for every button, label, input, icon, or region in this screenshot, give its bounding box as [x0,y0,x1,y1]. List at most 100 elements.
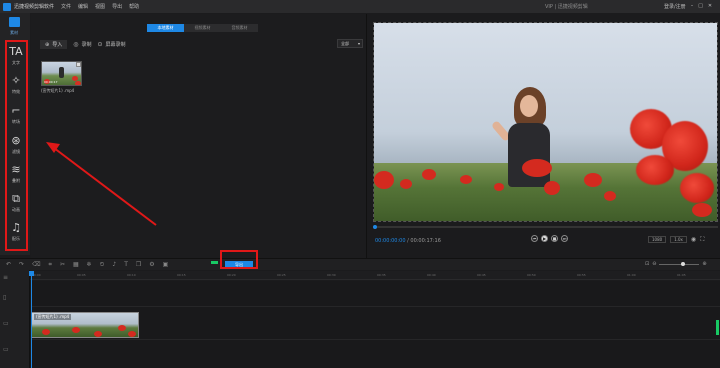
record-button[interactable]: ◎ 录制 [73,41,91,48]
redo-icon[interactable]: ↷ [19,261,24,269]
ruler-label: 01:05 [677,273,686,277]
app-logo-icon [3,2,11,11]
preview-panel: 00:00:00:00 / 00:00:17:16 ⏮ ▶ ■ ⏭ 1080 1… [370,14,720,258]
settings-icon[interactable]: ⚙ [149,261,154,269]
track-menu-icon[interactable]: ≡ [3,274,8,281]
stop-icon[interactable]: ■ [551,235,558,242]
media-thumbnail[interactable]: 00:00:17 [41,61,82,86]
media-filename: (宣传短片1) .mp4 [41,88,75,93]
text-tool-icon[interactable]: T [124,261,128,269]
menu-view[interactable]: 视图 [95,3,105,10]
freeze-icon[interactable]: ❄ [87,261,92,269]
import-icon: ⊕ [45,41,50,48]
media-filter-select[interactable]: 全部 ▾ [337,39,363,48]
rewind-icon[interactable]: ⏮ [531,235,538,242]
undo-icon[interactable]: ↶ [6,261,11,269]
window-controls: 登录/注册 – □ ✕ [664,3,712,10]
status-indicator [211,261,218,264]
snapshot-icon[interactable]: ◉ [691,236,696,243]
ruler-label: 00:05 [77,273,86,277]
media-panel: 本地素材 视频素材 音频素材 ⊕ 导入 ◎ 录制 ⊙ 屏幕录制 全部 ▾ 00:… [31,14,367,258]
minimize-icon[interactable]: – [691,3,694,10]
timeline-tools: ↶ ↷ ⌫ ⌗ ✂ ▦ ❄ ⏲ ♪ T ❐ ⚙ ▣ [6,261,168,269]
media-select-checkbox[interactable] [76,62,81,67]
speed-icon[interactable]: ⏲ [100,261,105,269]
ruler-label: 00:50 [527,273,536,277]
ruler-label: 01:00 [627,273,636,277]
media-icon [8,17,20,27]
copy-icon[interactable]: ❐ [136,261,141,269]
menu-edit[interactable]: 编辑 [78,3,88,10]
tools-highlight-box [5,40,28,251]
mic-icon[interactable]: ♪ [112,261,116,269]
zoom-out-icon[interactable]: ⊖ [652,261,656,267]
close-icon[interactable]: ✕ [708,3,712,10]
import-label: 导入 [52,42,63,48]
split-icon[interactable]: ✂ [60,261,65,269]
track-text-icon[interactable]: ▯ [3,294,6,301]
ruler-label: 00:30 [327,273,336,277]
timeline-zoom: ⊡ ⊖ ⊕ [645,261,707,267]
media-duration: 00:00:17 [44,80,58,84]
fullscreen-icon[interactable]: ⛶ [700,236,704,243]
screen-record-icon: ⊙ [97,41,103,48]
tool-media-label: 素材 [10,30,18,35]
preview-progress-handle[interactable] [373,225,377,229]
ruler-label: 00:25 [277,273,286,277]
image-icon[interactable]: ▣ [163,261,169,269]
delete-icon[interactable]: ⌫ [32,261,40,269]
record-label: 录制 [81,42,92,48]
time-display: 00:00:00:00 / 00:00:17:16 [375,238,441,244]
ruler-label: 00:35 [377,273,386,277]
timeline-ruler[interactable]: 00:00 00:05 00:10 00:15 00:20 00:25 00:3… [30,271,720,280]
tab-video-media[interactable]: 视频素材 [184,24,221,32]
track-audio-icon[interactable]: ▭ [3,346,9,353]
ruler-label: 00:45 [477,273,486,277]
zoom-slider-handle[interactable] [681,261,686,266]
media-toolbar: ⊕ 导入 ◎ 录制 ⊙ 屏幕录制 [40,40,126,49]
ruler-label: 00:55 [577,273,586,277]
play-icon[interactable]: ▶ [541,235,548,242]
tab-local-media[interactable]: 本地素材 [147,24,184,32]
tab-audio-media[interactable]: 音频素材 [221,24,258,32]
media-item[interactable]: 00:00:17 (宣传短片1) .mp4 [41,61,83,94]
track-video-icon[interactable]: ▭ [3,320,9,327]
current-time: 00:00:00:00 [375,238,406,244]
menu-file[interactable]: 文件 [61,3,71,10]
app-title: 迅捷视频剪辑软件 [14,4,55,10]
zoom-slider[interactable] [659,261,700,266]
ruler-label: 00:15 [177,273,186,277]
window-title: VIP | 迅捷视频剪辑 [545,4,588,10]
chevron-down-icon: ▾ [357,41,360,46]
login-link[interactable]: 登录/注册 [664,3,686,10]
export-highlight-box [220,250,258,269]
record-icon: ◎ [73,41,79,48]
media-filter-value: 全部 [341,41,349,46]
maximize-icon[interactable]: □ [698,3,703,10]
speed-select[interactable]: 1.0x [670,236,687,243]
mosaic-icon[interactable]: ▦ [73,261,79,269]
ruler-label: 00:20 [227,273,236,277]
timeline-toolbar: ↶ ↷ ⌫ ⌗ ✂ ▦ ❄ ⏲ ♪ T ❐ ⚙ ▣ 导出 ⊡ ⊖ ⊕ [0,258,720,270]
media-tabs: 本地素材 视频素材 音频素材 [147,24,258,32]
menu-help[interactable]: 帮助 [129,3,139,10]
preview-video-frame[interactable] [373,22,718,222]
crop-icon[interactable]: ⌗ [49,261,52,269]
menu-export[interactable]: 导出 [112,3,122,10]
ruler-label: 00:10 [127,273,136,277]
zoom-fit-icon[interactable]: ⊡ [645,261,649,267]
preview-options: 1080 1.0x ◉ ⛶ [648,236,704,243]
import-button[interactable]: ⊕ 导入 [40,40,68,49]
timeline-playhead[interactable] [31,271,32,368]
zoom-in-icon[interactable]: ⊕ [702,261,706,267]
screen-record-button[interactable]: ⊙ 屏幕录制 [97,41,125,48]
quality-select[interactable]: 1080 [648,236,667,243]
total-time: / 00:00:17:16 [407,238,441,244]
track-header-column: ≡ ▯ ▭ ▭ [0,270,30,368]
timeline-clip[interactable]: (宣传短片1) .mp4 [31,312,139,338]
tool-media[interactable]: 素材 [4,17,24,39]
forward-icon[interactable]: ⏭ [561,235,568,242]
title-bar: 迅捷视频剪辑软件 文件 编辑 视图 导出 帮助 VIP | 迅捷视频剪辑 登录/… [0,0,720,13]
transport-controls: ⏮ ▶ ■ ⏭ [531,235,568,242]
preview-progress-bar[interactable] [373,225,718,229]
